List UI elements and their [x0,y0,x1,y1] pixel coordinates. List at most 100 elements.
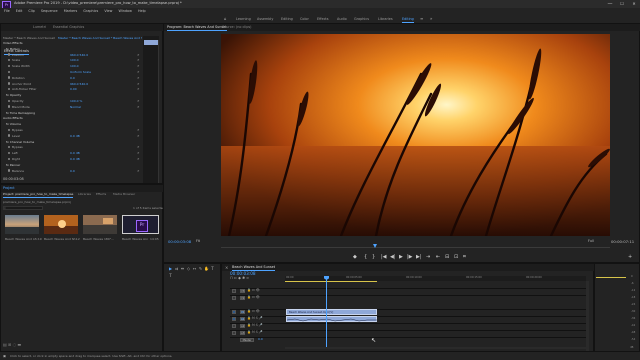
track-label[interactable]: V2 [240,296,245,300]
track-controls[interactable]: 🔒 ⊡ 👁 [247,309,260,313]
workspace-graphics[interactable]: Graphics [354,17,369,21]
hand-tool-icon[interactable]: ✋ [204,266,209,271]
lift-button[interactable]: ⊟ [445,255,449,260]
ec-row-value[interactable]: 100.0 [70,64,79,68]
track-row-4[interactable] [230,323,586,330]
timeline-toolbar[interactable]: ⊓ ⊏ ◆ ✱ ≈ [230,276,249,280]
reset-icon[interactable]: ↺ [137,58,140,62]
ec-scrollbar[interactable] [158,40,159,183]
workspace-libraries[interactable]: Libraries [378,17,393,21]
source-patch-toggle[interactable] [232,331,236,335]
minimize-button[interactable]: — [604,0,616,8]
reset-icon[interactable]: ↺ [137,70,140,74]
ec-row-value[interactable]: 100.0 % [70,99,82,103]
insert-button[interactable]: ⇥ [426,255,430,260]
ec-row-value[interactable]: 0.00 [70,87,77,91]
project-item-thumb-4[interactable]: Pr [122,215,159,234]
add-button-icon[interactable]: + [628,255,632,260]
menu-markers[interactable]: Markers [64,9,78,13]
ripple-edit-tool-icon[interactable]: ⇹ [180,266,185,271]
track-controls[interactable]: 🔒 M S 🎤 [247,323,263,327]
track-controls[interactable]: 🔒 ⊡ 👁 [247,288,260,292]
tab-media-browser[interactable]: Media Browser [113,192,135,196]
track-select-tool-icon[interactable]: ⇉ [174,266,179,271]
workspace-learning[interactable]: Learning [236,17,251,21]
track-row-5[interactable] [230,330,586,337]
compare-view-button[interactable]: ⌗ [463,255,466,260]
reset-icon[interactable]: ↺ [137,134,140,138]
overwrite-button[interactable]: ⇤ [436,255,440,260]
tab-lumetri[interactable]: Lumetri [33,25,46,29]
menu-window[interactable]: Window [118,9,131,13]
track-controls[interactable]: 🔒 ⊡ 👁 [247,295,260,299]
menu-clip[interactable]: Clip [28,9,34,13]
tab-project[interactable]: Project: premiere_pro_how_to_make_timela… [3,192,74,198]
track-label[interactable]: A3 [240,331,245,335]
go-to-out-button[interactable]: ▶| [416,255,422,260]
track-row-0[interactable] [230,288,586,295]
workspace-editing[interactable]: Editing [281,17,293,21]
maximize-button[interactable]: ☐ [616,0,628,8]
project-bottom-tools[interactable]: ▤ ⊞ ◌ ▬ [3,342,21,347]
video-clip[interactable]: Beach Waves And Sunset.mp4 [V] [286,309,377,315]
mark-in-button[interactable]: { [364,255,367,260]
ec-row-21[interactable]: fx Panner [6,163,20,167]
ec-row-14[interactable]: fx Volume [6,122,21,126]
source-patch-toggle[interactable] [232,289,236,293]
close-sequence-icon[interactable]: × [225,265,228,270]
tab-libraries[interactable]: Libraries [78,192,91,196]
source-patch-toggle[interactable] [232,317,236,321]
menu-sequence[interactable]: Sequence [41,9,58,13]
play-button[interactable]: ▶ [399,255,403,260]
type-tool-icon[interactable]: T [210,266,215,271]
reset-icon[interactable]: ↺ [137,151,140,155]
project-search-input[interactable] [3,206,43,210]
tab-source[interactable]: Source: (no clips) [222,25,251,29]
track-row-6[interactable] [230,337,586,344]
mark-out-button[interactable]: } [372,255,375,260]
track-controls[interactable]: 🔒 M S 🎤 [247,330,263,334]
ec-row-value[interactable]: 100.0 [70,58,79,62]
ec-row-1[interactable]: fx Motion [6,47,20,51]
reset-icon[interactable]: ↺ [137,157,140,161]
reset-icon[interactable]: ↺ [137,82,140,86]
step-back-button[interactable]: ◀| [390,255,396,260]
reset-icon[interactable]: ↺ [137,64,140,68]
menu-edit[interactable]: Edit [16,9,23,13]
ec-row-value[interactable]: Uniform Scale [70,70,91,74]
project-item-thumb-1[interactable] [5,215,39,234]
reset-icon[interactable]: ↺ [137,87,140,91]
track-label[interactable]: Master [240,338,254,342]
tab-essential-graphics[interactable]: Essential Graphics [53,25,84,29]
source-patch-toggle[interactable] [232,310,236,314]
add-marker-button[interactable]: ◆ [353,255,357,260]
track-controls[interactable]: 🔒 M S 🎤 [247,316,263,320]
work-area-bar[interactable] [285,281,377,282]
reset-icon[interactable]: ↺ [137,76,140,80]
selection-tool-icon[interactable]: ▶ [168,266,173,271]
workspace-menu-icon[interactable]: ≡ [420,16,423,21]
menu-graphics[interactable]: Graphics [83,9,98,13]
ec-row-value[interactable]: 960.0 540.0 [70,82,88,86]
master-volume-value[interactable]: 0.0 [258,337,263,341]
tab-program[interactable]: Program: Beach Waves And Sunset [167,25,227,31]
program-timecode[interactable]: 00:00:03:08 [168,239,191,244]
tab-effects[interactable]: Effects [96,192,106,196]
project-item-thumb-3[interactable] [83,215,117,234]
track-row-1[interactable] [230,295,586,302]
ec-row-value[interactable]: 0.0 dB [70,134,80,138]
menu-help[interactable]: Help [138,9,146,13]
workspace-editing-active[interactable]: Editing [402,17,414,23]
source-patch-toggle[interactable] [232,296,236,300]
workspace-audio[interactable]: Audio [337,17,347,21]
workspace-color[interactable]: Color [300,17,309,21]
ec-row-value[interactable]: 960.0 540.0 [70,53,88,57]
razor-tool-icon[interactable]: ◇ [186,266,191,271]
ec-row-9[interactable]: fx Opacity [6,93,21,97]
zoom-tool-icon[interactable]: T [168,273,173,278]
workspace-effects[interactable]: Effects [317,17,329,21]
track-label[interactable]: V3 [240,289,245,293]
track-label[interactable]: A1 [240,317,245,321]
timeline-horizontal-scrollbar[interactable] [285,347,586,349]
ec-row-value[interactable]: 0.0 [70,169,75,173]
